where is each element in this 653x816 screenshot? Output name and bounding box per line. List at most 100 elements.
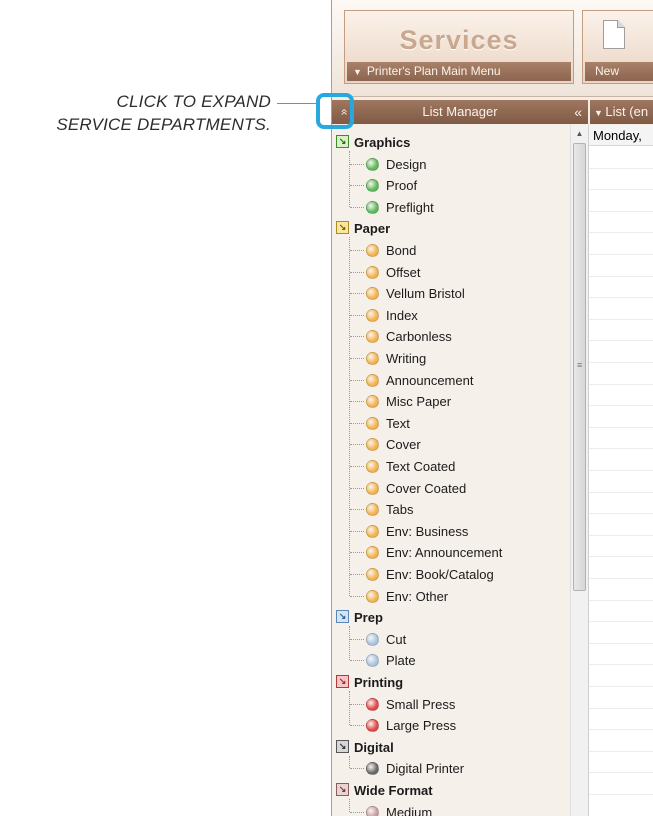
ribbon: Services ▼ Printer's Plan Main Menu New	[332, 0, 653, 97]
category-label: Wide Format	[354, 783, 433, 798]
service-item[interactable]: Env: Book/Catalog	[332, 564, 570, 585]
tree-scrollbar[interactable]: ▲ ≡	[570, 125, 588, 816]
annotation-text: CLICK TO EXPAND SERVICE DEPARTMENTS.	[11, 90, 271, 136]
service-item[interactable]: Env: Other	[332, 586, 570, 607]
service-item[interactable]: Index	[332, 305, 570, 326]
category-label: Paper	[354, 221, 391, 237]
status-dot-icon	[366, 589, 379, 603]
grip-icon: ≡	[577, 360, 583, 370]
service-item-label: Env: Business	[386, 523, 469, 539]
tree-connector	[350, 811, 364, 813]
service-item[interactable]: Cut	[332, 629, 570, 650]
tree-connector	[350, 314, 364, 316]
dropdown-arrow-icon: ▼	[353, 67, 362, 77]
service-item-label: Large Press	[386, 718, 457, 734]
list-manager-header: » List Manager «	[332, 100, 588, 124]
services-title: Services	[399, 25, 519, 55]
services-panel[interactable]: Services ▼ Printer's Plan Main Menu	[344, 10, 574, 84]
list-row-line	[589, 621, 653, 623]
service-item[interactable]: Carbonless	[332, 326, 570, 347]
tree-connector	[350, 487, 364, 489]
status-dot-icon	[366, 265, 379, 279]
category-wide-format[interactable]: ↘ Wide Format	[332, 780, 570, 801]
service-item[interactable]: Plate	[332, 650, 570, 671]
status-dot-icon	[366, 395, 379, 409]
list-row-line	[589, 426, 653, 428]
list-pane: Monday,	[588, 125, 653, 816]
category-digital[interactable]: ↘ Digital	[332, 737, 570, 758]
service-item[interactable]: Text Coated	[332, 456, 570, 477]
list-row-line	[589, 340, 653, 342]
service-item[interactable]: Announcement	[332, 370, 570, 391]
service-item[interactable]: Cover Coated	[332, 478, 570, 499]
service-item[interactable]: Text	[332, 413, 570, 434]
service-item-label: Misc Paper	[386, 394, 452, 410]
service-item-label: Env: Book/Catalog	[386, 567, 494, 582]
service-item[interactable]: Design	[332, 154, 570, 175]
status-dot-icon	[366, 654, 379, 668]
service-item[interactable]: Tabs	[332, 499, 570, 520]
annotation-line-2: SERVICE DEPARTMENTS.	[56, 115, 271, 134]
tree-connector	[350, 358, 364, 359]
service-item[interactable]: Bond	[332, 240, 570, 261]
service-item[interactable]: Offset	[332, 262, 570, 283]
service-item-label: Proof	[386, 178, 418, 194]
annotation-line-1: CLICK TO EXPAND	[116, 92, 271, 111]
list-row-line	[589, 448, 653, 450]
category-arrow-icon: ↘	[336, 610, 349, 624]
annotation-leader-line	[277, 103, 317, 104]
service-item[interactable]: Env: Business	[332, 521, 570, 542]
category-label: Prep	[354, 610, 383, 626]
service-item[interactable]: Digital Printer	[332, 758, 570, 779]
category-label: Graphics	[354, 135, 411, 150]
list-manager-title: List Manager	[422, 104, 498, 119]
main-menu-dropdown[interactable]: ▼ Printer's Plan Main Menu	[347, 62, 571, 81]
status-dot-icon	[366, 719, 379, 733]
tree-connector	[350, 250, 364, 251]
collapse-panel-icon[interactable]: «	[574, 100, 582, 124]
service-item[interactable]: Vellum Bristol	[332, 283, 570, 304]
list-row-line	[589, 362, 653, 363]
tree-connector	[349, 237, 350, 596]
service-item-label: Text	[386, 415, 410, 431]
service-item[interactable]: Writing	[332, 348, 570, 369]
service-item[interactable]: Env: Announcement	[332, 542, 570, 563]
new-button[interactable]: New	[582, 10, 653, 84]
category-arrow-icon: ↘	[336, 675, 349, 688]
category-paper[interactable]: ↘ Paper	[332, 218, 570, 239]
service-item-label: Index	[386, 307, 418, 323]
tree-connector	[349, 691, 350, 726]
service-item-label: Vellum Bristol	[386, 286, 465, 302]
tree-connector	[350, 530, 364, 532]
list-row-line	[589, 686, 653, 687]
service-item[interactable]: Proof	[332, 175, 570, 196]
service-item[interactable]: Misc Paper	[332, 391, 570, 412]
status-dot-icon	[366, 179, 379, 193]
department-tree: ↘ Graphics Design Proof Preflight ↘ Paper Bond O…	[332, 125, 570, 816]
tree-connector	[350, 466, 364, 467]
service-item-label: Preflight	[386, 199, 434, 215]
tree-connector	[350, 509, 364, 511]
service-item-label: Writing	[386, 351, 427, 366]
scrollbar-thumb[interactable]: ≡	[573, 143, 586, 591]
list-row-line	[589, 534, 653, 536]
service-item[interactable]: Cover	[332, 434, 570, 455]
app-window: Services ▼ Printer's Plan Main Menu New »…	[331, 0, 653, 816]
service-item[interactable]: Large Press	[332, 715, 570, 736]
category-prep[interactable]: ↘ Prep	[332, 607, 570, 628]
scroll-up-arrow-icon[interactable]: ▲	[571, 125, 588, 142]
status-dot-icon	[366, 352, 379, 365]
list-dropdown[interactable]: ▼ List (en	[590, 100, 653, 124]
category-graphics[interactable]: ↘ Graphics	[332, 132, 570, 153]
service-item[interactable]: Small Press	[332, 694, 570, 715]
service-item[interactable]: Preflight	[332, 197, 570, 218]
service-item[interactable]: Medium	[332, 802, 570, 816]
status-dot-icon	[366, 546, 379, 560]
tree-connector	[350, 703, 364, 705]
status-dot-icon	[366, 632, 379, 646]
list-row-line	[589, 383, 653, 385]
day-header[interactable]: Monday,	[589, 125, 653, 146]
service-item-label: Tabs	[386, 502, 414, 518]
category-printing[interactable]: ↘ Printing	[332, 672, 570, 693]
tree-connector	[350, 595, 364, 597]
